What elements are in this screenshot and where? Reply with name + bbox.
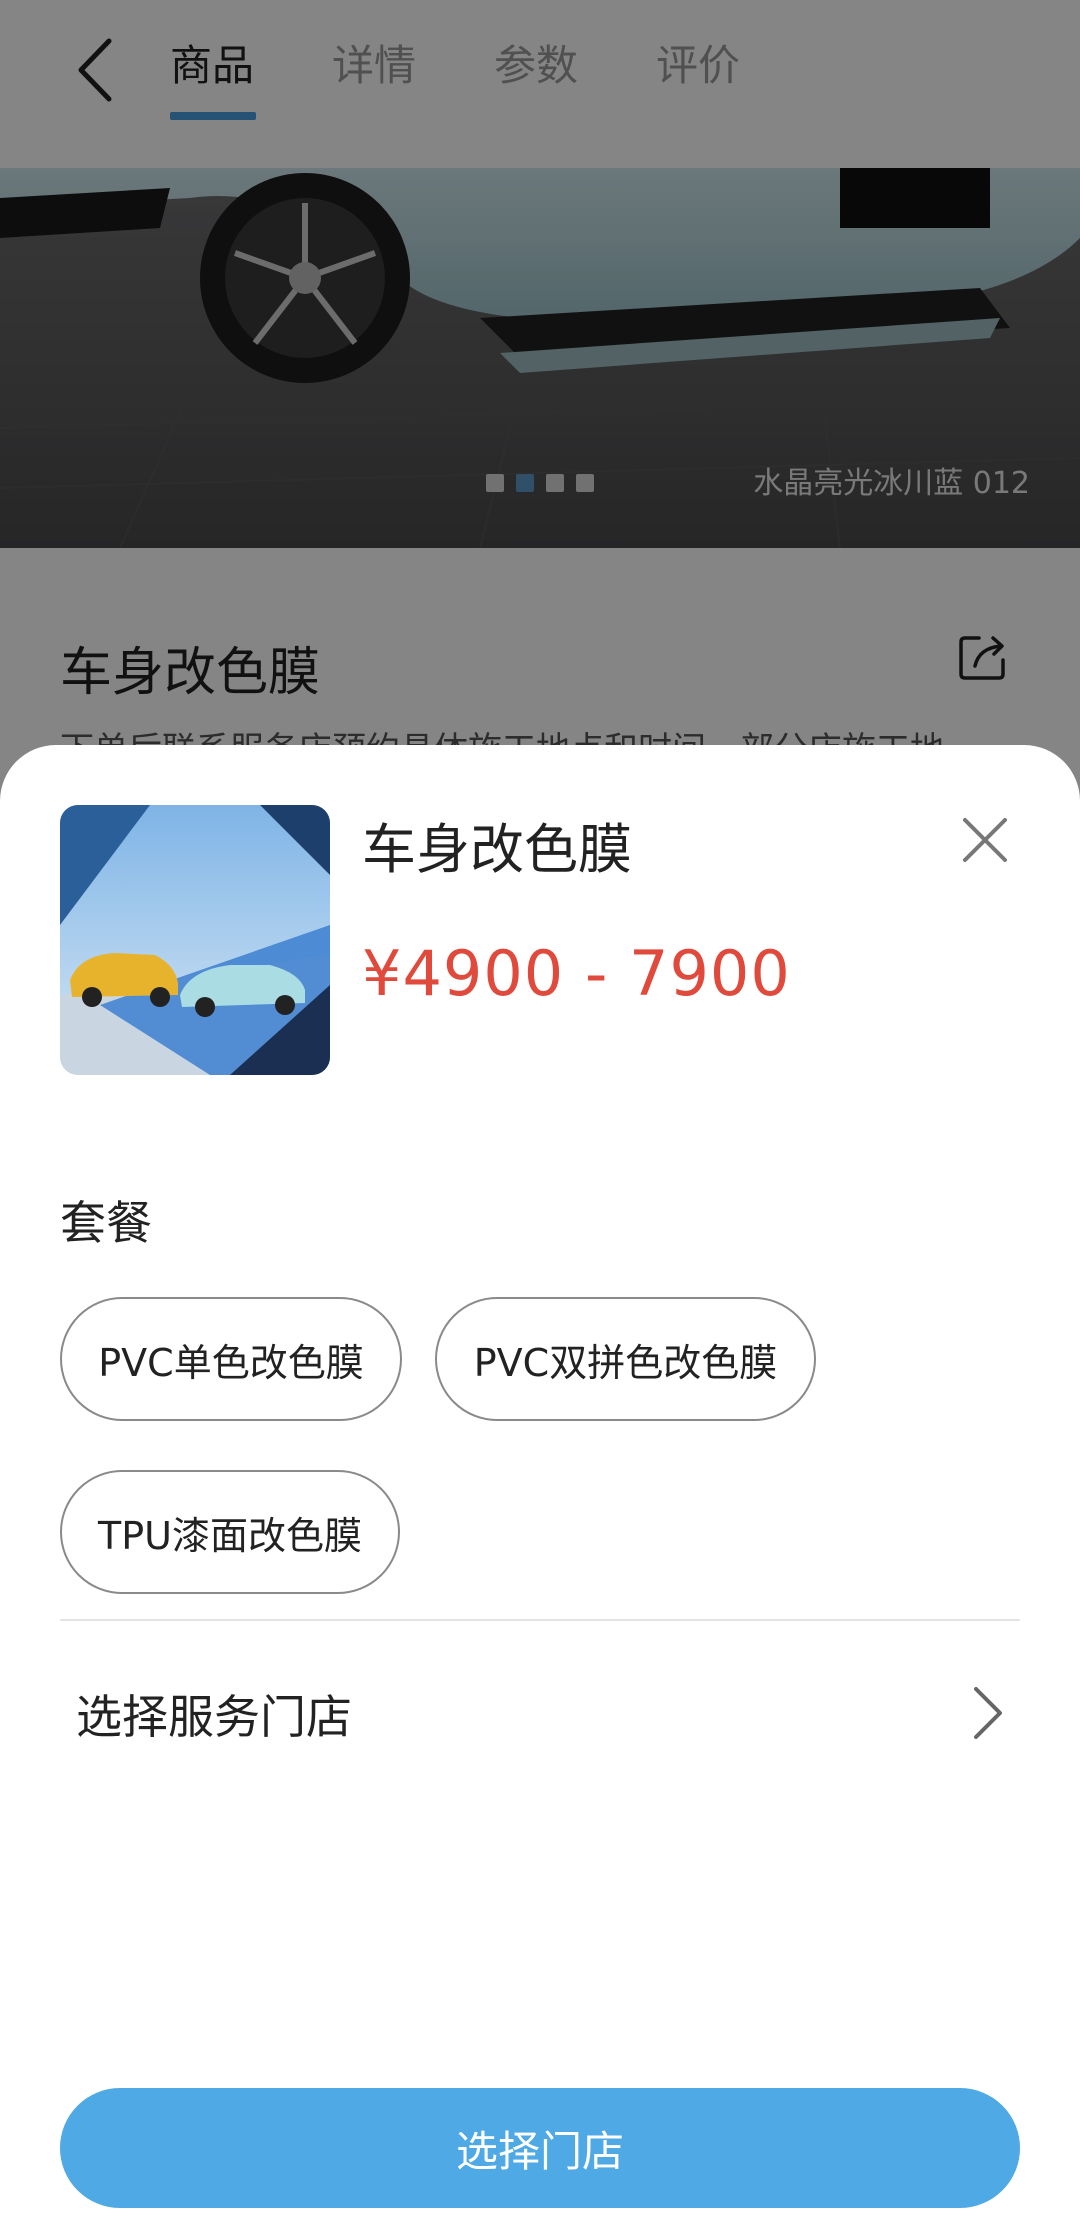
select-store-button[interactable]: 选择门店 [60, 2088, 1020, 2208]
package-option-pvc-single[interactable]: PVC单色改色膜 [60, 1297, 402, 1421]
package-option-label: PVC单色改色膜 [98, 1340, 364, 1385]
close-button[interactable] [960, 815, 1010, 865]
select-store-button-label: 选择门店 [455, 2126, 624, 2176]
product-thumbnail [60, 805, 330, 1075]
product-thumbnail-image [60, 805, 330, 1075]
select-store-row[interactable]: 选择服务门店 [60, 1623, 1020, 1799]
package-section-label: 套餐 [60, 1196, 152, 1250]
divider [60, 1619, 1020, 1621]
package-option-pvc-dual[interactable]: PVC双拼色改色膜 [435, 1297, 816, 1421]
spec-selection-sheet: 车身改色膜 ¥4900 - 7900 套餐 PVC单色改色膜 PVC双拼色改色膜… [0, 745, 1080, 2237]
package-option-label: TPU漆面改色膜 [98, 1513, 362, 1558]
select-store-label: 选择服务门店 [76, 1690, 352, 1744]
package-option-tpu[interactable]: TPU漆面改色膜 [60, 1470, 400, 1594]
chevron-right-icon [974, 1687, 1002, 1739]
sheet-product-title: 车身改色膜 [362, 818, 632, 881]
price-range: ¥4900 - 7900 [362, 937, 791, 1010]
package-option-label: PVC双拼色改色膜 [473, 1340, 778, 1385]
close-icon [963, 818, 1007, 862]
